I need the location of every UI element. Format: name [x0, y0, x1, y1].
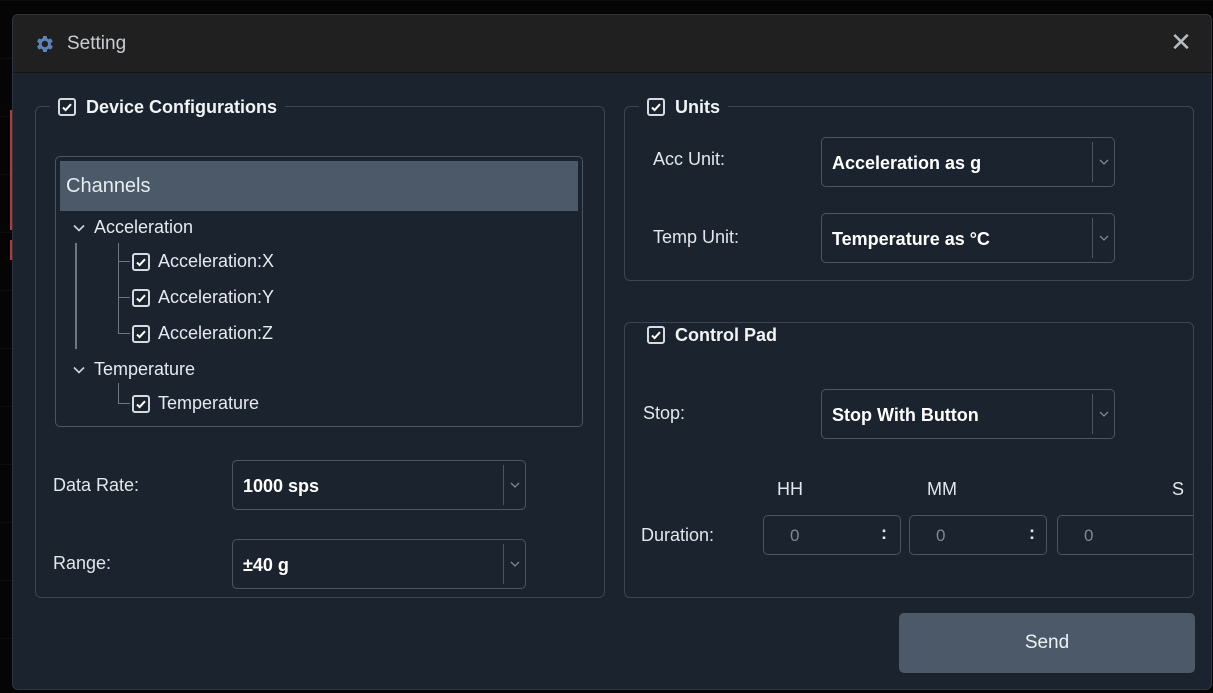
minutes-header: MM — [927, 479, 957, 499]
chevron-down-icon — [503, 544, 525, 584]
device-configurations-checkbox[interactable] — [58, 98, 76, 116]
range-value: ±40 g — [243, 555, 289, 575]
control-pad-group: Control Pad Stop: Stop With Button HH MM… — [624, 322, 1194, 598]
control-pad-legend: Control Pad — [639, 323, 785, 347]
temp-unit-label: Temp Unit: — [653, 227, 740, 247]
channel-checkbox[interactable] — [132, 252, 150, 271]
tree-group-temperature[interactable]: Temperature — [72, 359, 195, 380]
tree-item-label: Acceleration:Y — [158, 287, 275, 307]
send-button[interactable]: Send — [899, 613, 1195, 673]
channels-tree-header: Channels — [60, 161, 578, 211]
check-icon — [136, 294, 146, 303]
data-rate-select[interactable]: 1000 sps — [232, 460, 526, 510]
tree-line — [118, 333, 130, 334]
check-icon — [651, 103, 661, 112]
minutes-value: 0 — [936, 526, 946, 545]
data-rate-value: 1000 sps — [243, 476, 320, 496]
gear-icon — [33, 33, 55, 55]
tree-line — [118, 383, 119, 403]
channels-tree: Channels Acceleration Acceleration:X Acc… — [55, 156, 583, 427]
stop-value: Stop With Button — [832, 405, 979, 425]
units-title: Units — [675, 96, 720, 117]
tree-line — [118, 403, 130, 404]
chevron-down-icon — [1092, 394, 1114, 434]
units-legend: Units — [639, 95, 728, 119]
stop-select[interactable]: Stop With Button — [821, 389, 1115, 439]
tree-line — [75, 243, 77, 349]
seconds-header: S — [1172, 479, 1185, 499]
device-configurations-title: Device Configurations — [86, 96, 278, 117]
temp-unit-value: Temperature as °C — [832, 229, 990, 249]
check-icon — [136, 330, 146, 339]
time-separator: : — [881, 523, 887, 543]
dialog-title: Setting — [67, 33, 127, 54]
tree-item-acceleration-y[interactable]: Acceleration:Y — [132, 287, 274, 308]
tree-item-temperature[interactable]: Temperature — [132, 393, 259, 414]
tree-item-label: Acceleration:X — [158, 251, 275, 271]
tree-item-acceleration-z[interactable]: Acceleration:Z — [132, 323, 273, 344]
channel-checkbox[interactable] — [132, 394, 150, 413]
chevron-down-icon — [503, 465, 525, 505]
tree-group-label: Temperature — [94, 359, 196, 379]
check-icon — [136, 400, 146, 409]
tree-item-label: Acceleration:Z — [158, 323, 274, 343]
data-rate-label: Data Rate: — [53, 475, 140, 495]
chevron-down-icon — [1092, 142, 1114, 182]
device-configurations-legend: Device Configurations — [50, 95, 286, 119]
hours-value: 0 — [790, 526, 800, 545]
range-label: Range: — [53, 553, 112, 573]
chevron-down-icon — [73, 366, 85, 374]
minutes-input[interactable]: 0 — [909, 515, 1047, 555]
chevron-down-icon — [73, 224, 85, 232]
hours-header: HH — [777, 479, 803, 499]
range-select[interactable]: ±40 g — [232, 539, 526, 589]
temp-unit-select[interactable]: Temperature as °C — [821, 213, 1115, 263]
control-pad-checkbox[interactable] — [647, 326, 665, 344]
units-group: Units Acc Unit: Acceleration as g Temp U… — [624, 95, 1194, 281]
tree-item-acceleration-x[interactable]: Acceleration:X — [132, 251, 274, 272]
device-configurations-group: Device Configurations Channels Accelerat… — [35, 95, 605, 598]
channel-checkbox[interactable] — [132, 288, 150, 307]
tree-group-acceleration[interactable]: Acceleration — [72, 217, 193, 238]
control-pad-title: Control Pad — [675, 324, 777, 345]
channel-checkbox[interactable] — [132, 324, 150, 343]
units-checkbox[interactable] — [647, 98, 665, 116]
acc-unit-label: Acc Unit: — [653, 149, 726, 169]
check-icon — [62, 103, 72, 112]
duration-label: Duration: — [641, 525, 715, 545]
tree-line — [118, 297, 130, 298]
acc-unit-select[interactable]: Acceleration as g — [821, 137, 1115, 187]
time-separator: : — [1029, 523, 1035, 543]
seconds-value: 0 — [1084, 526, 1094, 545]
tree-line — [118, 243, 119, 333]
stop-label: Stop: — [643, 403, 686, 423]
tree-item-label: Temperature — [158, 393, 260, 413]
seconds-input[interactable]: 0 — [1057, 515, 1193, 555]
acc-unit-value: Acceleration as g — [832, 153, 982, 173]
settings-dialog: Setting ✕ Device Configurations Channels… — [12, 14, 1212, 690]
title-bar: Setting ✕ — [13, 15, 1211, 73]
chevron-down-icon — [1092, 218, 1114, 258]
tree-group-label: Acceleration — [94, 217, 194, 237]
close-button[interactable]: ✕ — [1167, 29, 1195, 57]
tree-line — [118, 261, 130, 262]
check-icon — [651, 331, 661, 340]
check-icon — [136, 258, 146, 267]
